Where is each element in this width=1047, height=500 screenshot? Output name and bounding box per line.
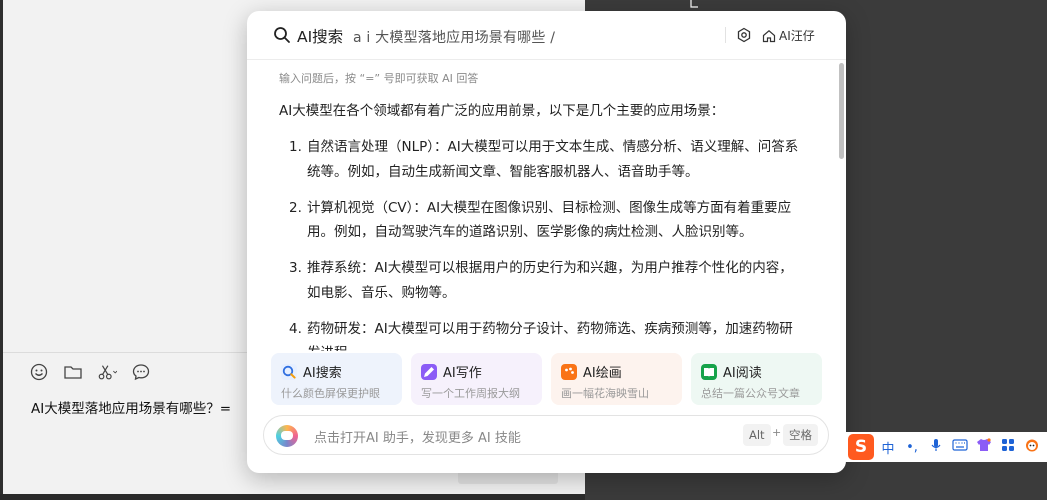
list-item: 3. 推荐系统：AI大模型可以根据用户的历史行为和兴趣，为用户推荐个性化的内容，如…: [289, 256, 804, 305]
list-number: 4.: [289, 320, 302, 337]
ai-search-panel: AI搜索 a i 大模型落地应用场景有哪些 / AI汪仔 输入问题后，按 “=”…: [247, 11, 846, 473]
search-icon: [281, 363, 297, 380]
card-title: AI绘画: [583, 366, 622, 381]
scissors-icon[interactable]: [97, 362, 117, 382]
book-icon: [701, 363, 717, 380]
keyboard-icon[interactable]: [950, 439, 970, 455]
card-ai-drawing[interactable]: AI绘画 画一幅花海映雪山: [551, 353, 682, 405]
shortcut-key-alt: Alt: [743, 424, 771, 446]
chat-toolbar: [29, 362, 151, 382]
microphone-icon[interactable]: [926, 438, 946, 456]
folder-icon[interactable]: [63, 362, 83, 382]
panel-brand: AI搜索: [297, 28, 344, 46]
cursor-icon: [690, 0, 700, 8]
query-text[interactable]: a i 大模型落地应用场景有哪些 /: [353, 27, 555, 47]
card-subtitle: 写一个工作周报大纲: [421, 387, 520, 400]
ai-assistant-input[interactable]: 点击打开AI 助手，发现更多 AI 技能 Alt + 空格: [263, 415, 829, 455]
sogou-logo-icon[interactable]: S: [848, 434, 874, 460]
list-number: 2.: [289, 199, 302, 216]
ime-toolbar: S 中 •,: [845, 432, 1047, 462]
card-ai-search[interactable]: AI搜索 什么颜色屏保更护眼: [271, 353, 402, 405]
list-item: 1. 自然语言处理（NLP）：AI大模型可以用于文本生成、情感分析、语义理解、问答…: [289, 135, 804, 184]
card-subtitle: 画一幅花海映雪山: [561, 387, 649, 400]
card-subtitle: 总结一篇公众号文章: [701, 387, 800, 400]
skill-cards: AI搜索 什么颜色屏保更护眼 AI写作 写一个工作周报大纲 AI绘画 画一幅花海…: [271, 353, 822, 405]
apps-grid-icon[interactable]: [998, 438, 1018, 456]
list-text: 药物研发：AI大模型可以用于药物分子设计、药物筛选、疾病预测等，加速药物研发进程…: [307, 320, 793, 352]
panel-header: AI搜索 a i 大模型落地应用场景有哪些 / AI汪仔: [247, 11, 846, 60]
list-number: 3.: [289, 260, 302, 276]
card-ai-writing[interactable]: AI写作 写一个工作周报大纲: [411, 353, 542, 405]
scrollbar-thumb[interactable]: [839, 63, 844, 159]
skin-icon[interactable]: [974, 438, 994, 456]
chinese-mode-icon[interactable]: 中: [878, 438, 898, 457]
header-divider: [725, 27, 726, 43]
answer-intro: AI大模型在各个领域都有着广泛的应用前景，以下是几个主要的应用场景：: [279, 103, 725, 119]
card-title: AI搜索: [303, 366, 342, 381]
settings-icon[interactable]: [736, 27, 752, 43]
message-input-text[interactable]: AI大模型落地应用场景有哪些？=: [31, 397, 231, 417]
home-icon: [762, 29, 776, 42]
emoji-icon[interactable]: [29, 362, 49, 382]
hint-text: 输入问题后，按 “=” 号即可获取 AI 回答: [279, 72, 479, 85]
card-ai-reading[interactable]: AI阅读 总结一篇公众号文章: [691, 353, 822, 405]
assistant-placeholder: 点击打开AI 助手，发现更多 AI 技能: [314, 431, 521, 446]
ai-assistant-home-button[interactable]: AI汪仔: [762, 27, 815, 44]
search-icon: [273, 26, 291, 44]
card-subtitle: 什么颜色屏保更护眼: [281, 387, 380, 400]
chat-bubble-icon[interactable]: [131, 362, 151, 382]
ai-assistant-avatar: [276, 425, 298, 447]
list-text: 计算机视觉（CV）：AI大模型在图像识别、目标检测、图像生成等方面有着重要应用。…: [307, 199, 792, 241]
shortcut-key-space: 空格: [783, 424, 818, 446]
list-number: 1.: [289, 139, 302, 155]
card-title: AI写作: [443, 366, 482, 381]
window-border: [0, 494, 585, 500]
list-text: 推荐系统：AI大模型可以根据用户的历史行为和兴趣，为用户推荐个性化的内容，如电影…: [307, 260, 793, 301]
card-title: AI阅读: [723, 366, 762, 381]
answer-list: 1. 自然语言处理（NLP）：AI大模型可以用于文本生成、情感分析、语义理解、问答…: [289, 135, 804, 351]
list-text: 自然语言处理（NLP）：AI大模型可以用于文本生成、情感分析、语义理解、问答系统…: [307, 139, 799, 180]
home-label: AI汪仔: [779, 29, 815, 43]
pen-icon: [421, 363, 437, 380]
list-item: 2. 计算机视觉（CV）：AI大模型在图像识别、目标检测、图像生成等方面有着重要应…: [289, 196, 804, 245]
scrollbar[interactable]: [839, 63, 844, 353]
shortcut-plus: +: [772, 426, 782, 439]
punctuation-icon[interactable]: •,: [902, 440, 922, 455]
palette-icon: [561, 363, 577, 380]
answer-area[interactable]: 输入问题后，按 “=” 号即可获取 AI 回答 AI大模型在各个领域都有着广泛的…: [247, 59, 846, 351]
mascot-icon[interactable]: [1022, 438, 1042, 456]
list-item: 4. 药物研发：AI大模型可以用于药物分子设计、药物筛选、疾病预测等，加速药物研发…: [289, 317, 804, 352]
